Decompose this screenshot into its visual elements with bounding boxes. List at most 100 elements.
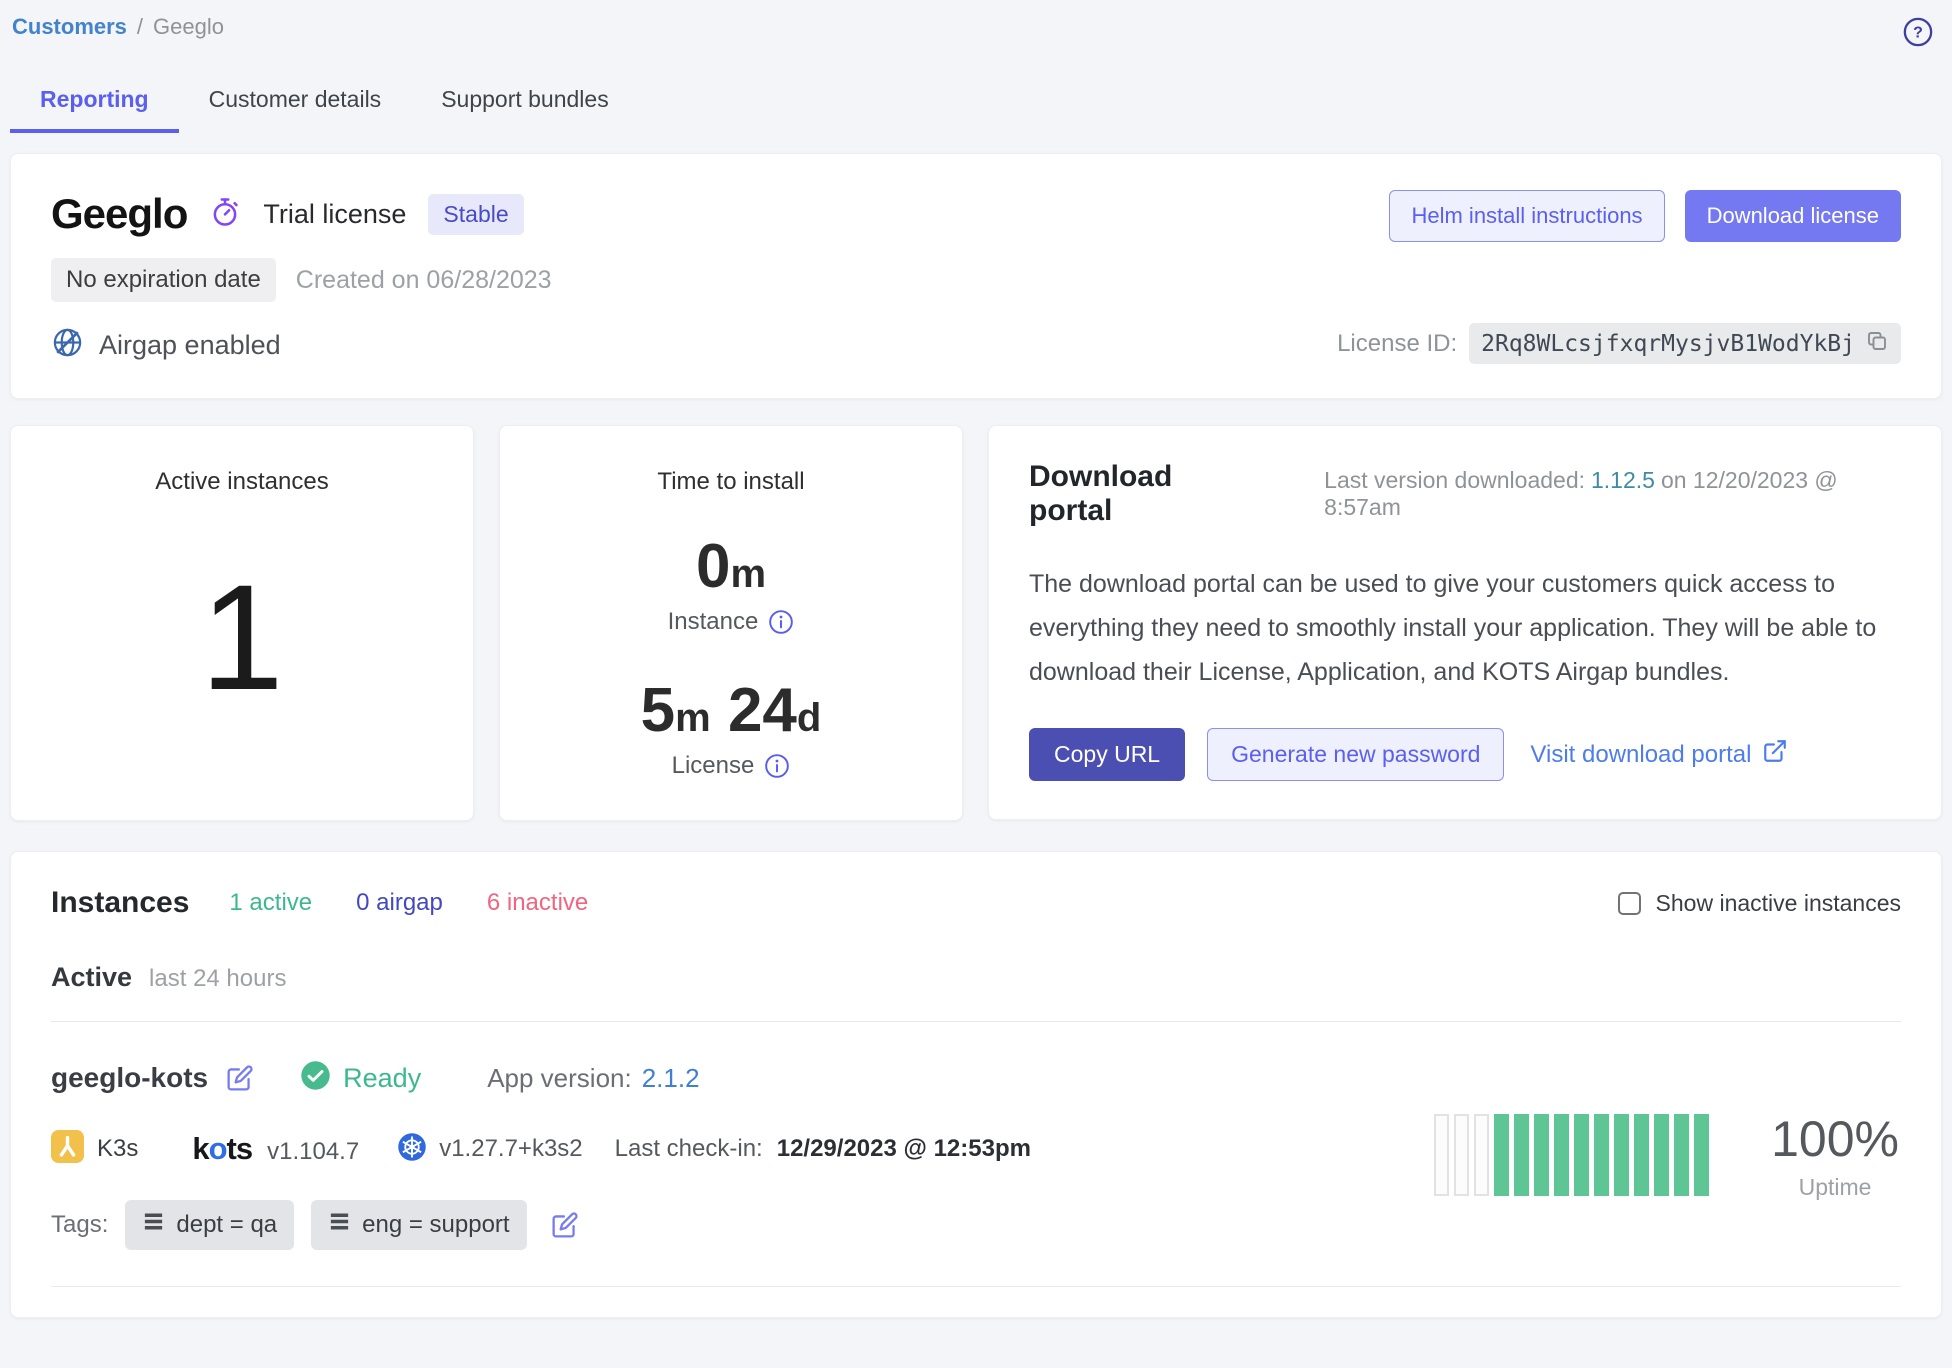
created-date: Created on 06/28/2023 bbox=[296, 266, 552, 295]
divider bbox=[51, 1021, 1901, 1022]
uptime-bar bbox=[1674, 1114, 1689, 1196]
download-portal-title: Download portal bbox=[1029, 460, 1256, 528]
uptime-bar bbox=[1614, 1114, 1629, 1196]
metrics-row: Active instances 1 Time to install 0m In… bbox=[10, 425, 1942, 821]
last-checkin-label: Last check-in: bbox=[615, 1135, 763, 1163]
tags-label: Tags: bbox=[51, 1211, 108, 1239]
status-label: Ready bbox=[343, 1063, 421, 1094]
active-count[interactable]: 1 active bbox=[229, 889, 312, 917]
instances-card: Instances 1 active 0 airgap 6 inactive S… bbox=[10, 851, 1942, 1318]
last-checkin-value: 12/29/2023 @ 12:53pm bbox=[777, 1135, 1031, 1163]
breadcrumb-separator: / bbox=[137, 14, 143, 40]
uptime-bar bbox=[1554, 1114, 1569, 1196]
airgap-globe-icon bbox=[51, 326, 84, 364]
uptime-bar bbox=[1474, 1114, 1489, 1196]
uptime-label: Uptime bbox=[1771, 1174, 1899, 1201]
visit-download-portal-link[interactable]: Visit download portal bbox=[1530, 738, 1788, 771]
tag-chip: eng = support bbox=[311, 1200, 526, 1250]
uptime-bar bbox=[1454, 1114, 1469, 1196]
edit-instance-name-button[interactable] bbox=[225, 1064, 254, 1093]
helm-install-instructions-button[interactable]: Helm install instructions bbox=[1389, 190, 1664, 242]
inactive-count[interactable]: 6 inactive bbox=[487, 889, 588, 917]
svg-text:?: ? bbox=[1913, 25, 1923, 42]
kots-version: v1.104.7 bbox=[267, 1138, 359, 1166]
uptime-bar bbox=[1494, 1114, 1509, 1196]
show-inactive-toggle[interactable]: Show inactive instances bbox=[1618, 890, 1901, 917]
active-section-timeframe: last 24 hours bbox=[149, 965, 286, 993]
license-summary-left: Geeglo Trial license Stable No expiratio… bbox=[51, 190, 552, 364]
breadcrumb: Customers / Geeglo bbox=[12, 14, 224, 40]
tab-customer-details[interactable]: Customer details bbox=[179, 76, 412, 133]
license-id-label: License ID: bbox=[1337, 330, 1457, 358]
info-icon[interactable] bbox=[764, 753, 790, 779]
app-version-link[interactable]: 2.1.2 bbox=[642, 1063, 700, 1094]
uptime-bar bbox=[1654, 1114, 1669, 1196]
instance-install-time: 0m bbox=[696, 536, 766, 598]
active-section-label: Active bbox=[51, 962, 132, 993]
time-to-install-title: Time to install bbox=[657, 468, 804, 496]
edit-tags-button[interactable] bbox=[550, 1211, 579, 1240]
copy-url-button[interactable]: Copy URL bbox=[1029, 728, 1185, 781]
active-instances-card: Active instances 1 bbox=[10, 425, 474, 821]
tab-bar: Reporting Customer details Support bundl… bbox=[10, 76, 1952, 133]
license-install-time: 5m 24d bbox=[641, 680, 822, 742]
show-inactive-checkbox[interactable] bbox=[1618, 892, 1641, 915]
download-portal-description: The download portal can be used to give … bbox=[1029, 562, 1901, 694]
airgap-enabled-label: Airgap enabled bbox=[99, 330, 281, 361]
k3s-label: K3s bbox=[97, 1135, 138, 1163]
license-type-label: Trial license bbox=[263, 199, 406, 230]
instance-status: Ready bbox=[300, 1060, 421, 1096]
active-instances-value: 1 bbox=[200, 562, 283, 712]
license-id-chip: 2Rq8WLcsjfxqrMysjvB1WodYkBj bbox=[1469, 323, 1901, 364]
time-to-install-card: Time to install 0m Instance 5m 24d Licen… bbox=[499, 425, 963, 821]
k3s-icon bbox=[51, 1130, 84, 1168]
uptime-bar bbox=[1594, 1114, 1609, 1196]
customer-reporting-page: Customers / Geeglo ? Reporting Customer … bbox=[0, 0, 1952, 1368]
copy-icon[interactable] bbox=[1865, 329, 1889, 358]
active-instances-title: Active instances bbox=[155, 468, 328, 496]
tag-lines-icon bbox=[142, 1210, 165, 1240]
last-version-downloaded: Last version downloaded:1.12.5on 12/20/2… bbox=[1324, 467, 1901, 521]
stopwatch-icon bbox=[209, 196, 241, 233]
info-icon[interactable] bbox=[768, 609, 794, 635]
generate-new-password-button[interactable]: Generate new password bbox=[1207, 728, 1504, 781]
download-portal-card: Download portal Last version downloaded:… bbox=[988, 425, 1942, 820]
uptime-bar bbox=[1574, 1114, 1589, 1196]
k8s-version: v1.27.7+k3s2 bbox=[439, 1135, 582, 1163]
uptime-bar bbox=[1514, 1114, 1529, 1196]
instance-name: geeglo-kots bbox=[51, 1062, 208, 1094]
last-version-link[interactable]: 1.12.5 bbox=[1591, 467, 1655, 493]
instance-install-label: Instance bbox=[668, 608, 795, 636]
download-license-button[interactable]: Download license bbox=[1685, 190, 1901, 242]
channel-badge: Stable bbox=[428, 194, 523, 235]
instance-counts: 1 active 0 airgap 6 inactive bbox=[229, 889, 588, 917]
tab-reporting[interactable]: Reporting bbox=[10, 76, 179, 133]
instance-row: geeglo-kots bbox=[51, 1060, 1901, 1250]
uptime-value: 100% bbox=[1771, 1110, 1899, 1168]
kots-logo: kots bbox=[192, 1131, 252, 1167]
customer-name: Geeglo bbox=[51, 190, 187, 238]
uptime-bar bbox=[1434, 1114, 1449, 1196]
tag-lines-icon bbox=[328, 1210, 351, 1240]
uptime-bar bbox=[1534, 1114, 1549, 1196]
question-circle-icon: ? bbox=[1902, 35, 1934, 52]
expiration-badge: No expiration date bbox=[51, 258, 276, 302]
show-inactive-label: Show inactive instances bbox=[1656, 890, 1901, 917]
external-link-icon bbox=[1762, 738, 1788, 771]
divider bbox=[51, 1286, 1901, 1287]
airgap-count[interactable]: 0 airgap bbox=[356, 889, 443, 917]
breadcrumb-customers-link[interactable]: Customers bbox=[12, 14, 127, 40]
kubernetes-icon bbox=[397, 1132, 427, 1167]
help-button[interactable]: ? bbox=[1902, 16, 1934, 48]
uptime-bar bbox=[1634, 1114, 1649, 1196]
tab-support-bundles[interactable]: Support bundles bbox=[411, 76, 639, 133]
license-install-label: License bbox=[672, 752, 791, 780]
top-bar: Customers / Geeglo ? bbox=[0, 0, 1952, 48]
license-summary-right: Helm install instructions Download licen… bbox=[1337, 190, 1901, 364]
tag-chip: dept = qa bbox=[125, 1200, 294, 1250]
license-summary-card: Geeglo Trial license Stable No expiratio… bbox=[10, 153, 1942, 399]
check-circle-icon bbox=[300, 1060, 331, 1096]
uptime-bar bbox=[1694, 1114, 1709, 1196]
breadcrumb-current: Geeglo bbox=[153, 14, 224, 40]
uptime-bars bbox=[1434, 1114, 1709, 1196]
